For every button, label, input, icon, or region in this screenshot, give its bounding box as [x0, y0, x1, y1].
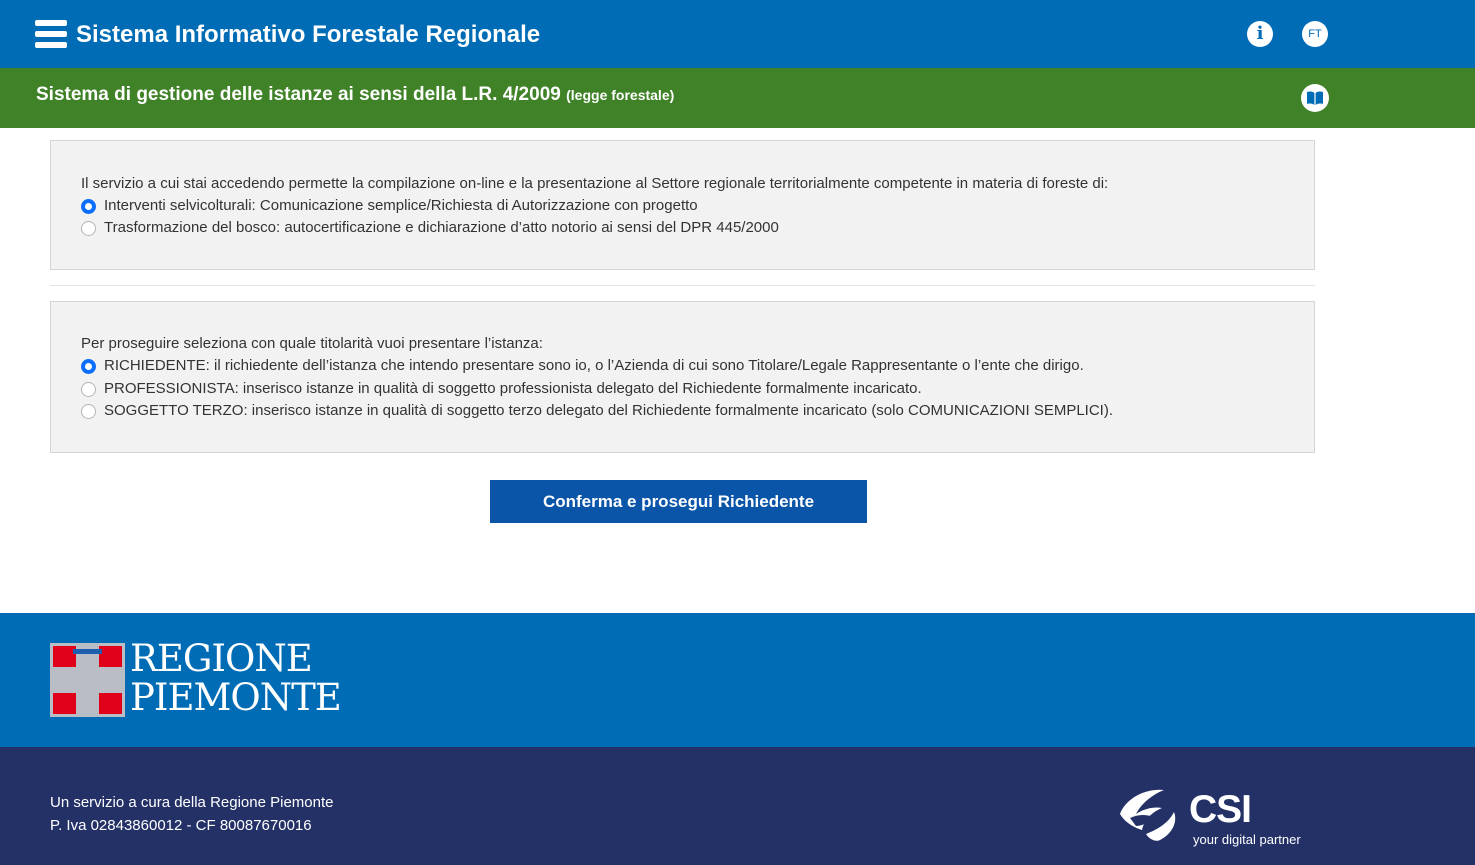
radio-button[interactable]: [81, 382, 96, 397]
service-type-intro: Il servizio a cui stai accedendo permett…: [81, 175, 1109, 192]
piemonte-shield-icon: [50, 643, 125, 717]
info-icon[interactable]: i: [1247, 21, 1273, 47]
radio-label: Trasformazione del bosco: autocertificaz…: [104, 219, 779, 236]
footer-service-text: Un servizio a cura della Regione Piemont…: [50, 794, 334, 811]
radio-button[interactable]: [81, 404, 96, 419]
user-avatar-button[interactable]: FT: [1302, 21, 1328, 47]
subheader-title-suffix: (legge forestale): [566, 87, 675, 103]
csi-logo[interactable]: CSI your digital partner: [1116, 784, 1326, 850]
footer-tax-text: P. Iva 02843860012 - CF 80087670016: [50, 817, 312, 834]
subheader-title-main: Sistema di gestione delle istanze ai sen…: [36, 84, 561, 105]
regione-piemonte-wordmark: REGIONE PIEMONTE: [130, 637, 342, 719]
region-logo-line2: PIEMONTE: [130, 676, 342, 719]
subheader-title: Sistema di gestione delle istanze ai sen…: [36, 80, 674, 110]
app-title: Sistema Informativo Forestale Regionale: [76, 21, 541, 48]
radio-label: RICHIEDENTE: il richiedente dell’istanza…: [104, 357, 1084, 374]
radio-button-selected[interactable]: [81, 199, 96, 214]
radio-button-selected[interactable]: [81, 359, 96, 374]
confirm-continue-button[interactable]: Conferma e prosegui Richiedente: [490, 480, 867, 523]
radio-label: PROFESSIONISTA: inserisco istanze in qua…: [104, 380, 922, 397]
book-open-icon: [1307, 91, 1323, 105]
regione-piemonte-logo[interactable]: REGIONE PIEMONTE: [50, 639, 342, 718]
csi-swirl-icon: [1120, 789, 1176, 841]
radio-label: SOGGETTO TERZO: inserisco istanze in qua…: [104, 402, 1114, 419]
radio-button[interactable]: [81, 221, 96, 236]
role-selection-intro: Per proseguire seleziona con quale titol…: [81, 335, 543, 352]
csi-wordmark: CSI: [1189, 788, 1252, 831]
role-selection-panel: Per proseguire seleziona con quale titol…: [50, 301, 1315, 453]
radio-label: Interventi selvicolturali: Comunicazione…: [104, 197, 698, 214]
csi-tagline: your digital partner: [1193, 832, 1301, 847]
manual-book-button[interactable]: [1301, 84, 1329, 112]
hamburger-menu-icon[interactable]: [35, 20, 67, 48]
region-logo-line1: REGIONE: [130, 637, 313, 680]
section-divider: [50, 285, 1315, 286]
service-type-panel: Il servizio a cui stai accedendo permett…: [50, 140, 1315, 270]
